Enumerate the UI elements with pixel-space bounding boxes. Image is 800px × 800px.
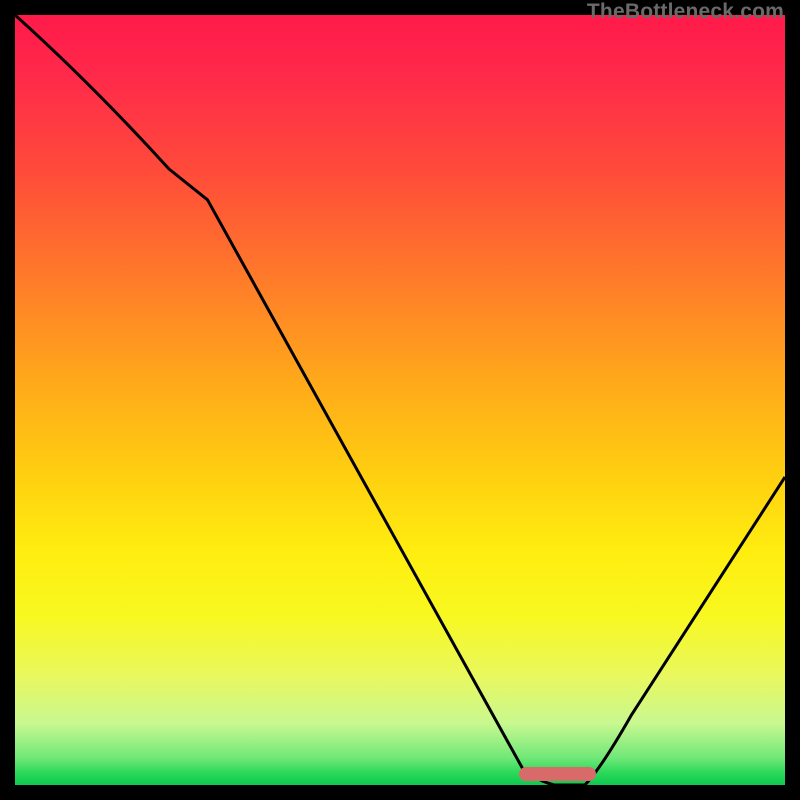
chart-curve-svg [15, 15, 785, 785]
chart-plot-area [15, 15, 785, 785]
optimal-range-marker [519, 767, 596, 781]
watermark-text: TheBottleneck.com [587, 0, 784, 24]
bottleneck-curve-path [15, 15, 785, 785]
